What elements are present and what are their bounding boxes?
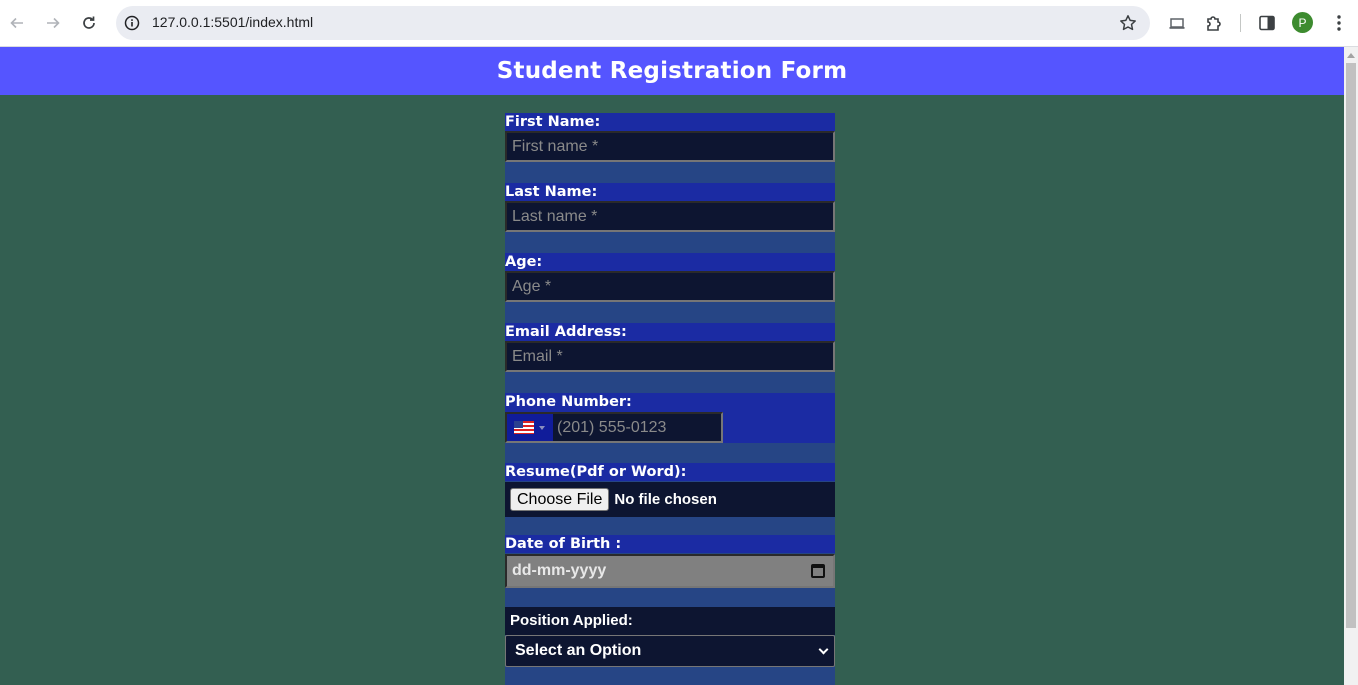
side-panel-icon[interactable] (1256, 12, 1278, 34)
address-bar[interactable]: 127.0.0.1:5501/index.html (116, 6, 1150, 40)
cast-icon[interactable] (1166, 12, 1188, 34)
reload-icon[interactable] (77, 11, 101, 35)
position-label: Position Applied: (505, 607, 835, 635)
dob-label: Date of Birth : (505, 535, 835, 553)
scroll-up-arrow-icon[interactable] (1347, 53, 1355, 58)
email-label: Email Address: (505, 323, 835, 341)
email-field[interactable] (505, 341, 835, 372)
phone-field[interactable] (505, 412, 723, 443)
forward-arrow-icon[interactable] (41, 11, 65, 35)
email-input[interactable] (507, 343, 833, 370)
first-name-label: First Name: (505, 113, 835, 131)
dob-placeholder: dd-mm-yyyy (512, 562, 607, 579)
page-scrollbar[interactable] (1344, 47, 1358, 685)
browser-toolbar: 127.0.0.1:5501/index.html P (0, 0, 1358, 47)
registration-form: First Name: Last Name: Age: Email Addres… (505, 113, 835, 685)
last-name-input[interactable] (507, 203, 833, 230)
file-status-text: No file chosen (614, 491, 717, 508)
caret-down-icon (539, 425, 545, 430)
choose-file-button[interactable]: Choose File (510, 488, 610, 511)
scroll-thumb[interactable] (1346, 63, 1356, 628)
country-selector[interactable] (507, 414, 553, 441)
profile-avatar[interactable]: P (1292, 12, 1313, 33)
position-selected-value: Select an Option (515, 642, 642, 659)
toolbar-divider (1240, 14, 1241, 32)
page-title: Student Registration Form (496, 58, 848, 84)
calendar-icon[interactable] (811, 564, 825, 578)
age-label: Age: (505, 253, 835, 271)
dob-date-input[interactable]: dd-mm-yyyy (505, 554, 835, 588)
page-header: Student Registration Form (0, 47, 1344, 95)
first-name-field[interactable] (505, 131, 835, 162)
resume-file-input[interactable]: Choose File No file chosen (505, 482, 835, 517)
chevron-down-icon (818, 644, 829, 654)
us-flag-icon (514, 421, 534, 434)
first-name-input[interactable] (507, 133, 833, 160)
back-arrow-icon[interactable] (5, 11, 29, 35)
phone-label: Phone Number: (505, 394, 632, 410)
age-field[interactable] (505, 271, 835, 302)
page-viewport: Student Registration Form First Name: La… (0, 47, 1344, 685)
last-name-label: Last Name: (505, 183, 835, 201)
resume-label: Resume(Pdf or Word): (505, 463, 835, 481)
more-menu-icon[interactable] (1328, 12, 1350, 34)
last-name-field[interactable] (505, 201, 835, 232)
extensions-icon[interactable] (1203, 12, 1225, 34)
bookmark-star-icon[interactable] (1118, 13, 1138, 33)
site-info-icon[interactable] (123, 14, 141, 32)
position-select[interactable]: Select an Option (505, 635, 835, 667)
url-text[interactable]: 127.0.0.1:5501/index.html (152, 14, 313, 30)
age-input[interactable] (507, 273, 833, 300)
phone-input[interactable] (557, 414, 717, 441)
phone-section: Phone Number: (505, 393, 835, 443)
